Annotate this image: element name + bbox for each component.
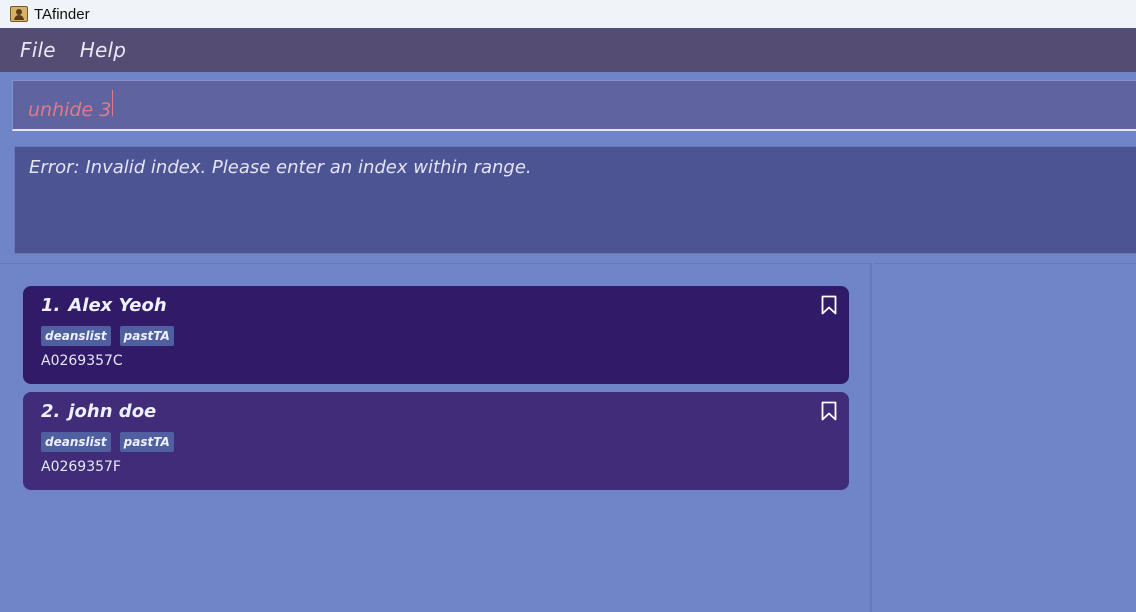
command-box[interactable]: unhide 3 (12, 80, 1136, 131)
person-name: Alex Yeoh (68, 295, 167, 316)
title-bar: TAfinder (0, 0, 1136, 28)
tag: deanslist (41, 326, 111, 346)
person-name-line: 2. john doe (41, 401, 831, 422)
menu-help[interactable]: Help (80, 38, 126, 62)
command-text: unhide 3 (28, 98, 112, 121)
person-card[interactable]: 2. john doe deanslist pastTA A0269357F (23, 392, 849, 490)
tag-list: deanslist pastTA (41, 326, 831, 346)
bookmark-icon[interactable] (821, 295, 837, 315)
detail-panel (874, 263, 1136, 612)
bookmark-icon[interactable] (821, 401, 837, 421)
person-name-line: 1. Alex Yeoh (41, 295, 831, 316)
menu-bar: File Help (0, 28, 1136, 72)
tag: deanslist (41, 432, 111, 452)
command-input[interactable]: unhide 3 (28, 89, 1030, 121)
result-message: Error: Invalid index. Please enter an in… (29, 157, 532, 178)
tag-list: deanslist pastTA (41, 432, 831, 452)
person-index: 2. (41, 401, 61, 422)
person-name: john doe (68, 401, 157, 422)
menu-file[interactable]: File (20, 38, 56, 62)
person-card[interactable]: 1. Alex Yeoh deanslist pastTA A0269357C (23, 286, 849, 384)
tag: pastTA (119, 432, 174, 452)
contact-book-icon (10, 6, 28, 22)
person-index: 1. (41, 295, 61, 316)
tag: pastTA (119, 326, 174, 346)
text-cursor (112, 89, 114, 116)
person-id: A0269357F (41, 459, 121, 475)
window-title: TAfinder (34, 5, 90, 23)
result-display: Error: Invalid index. Please enter an in… (14, 146, 1136, 254)
person-id: A0269357C (41, 353, 123, 369)
